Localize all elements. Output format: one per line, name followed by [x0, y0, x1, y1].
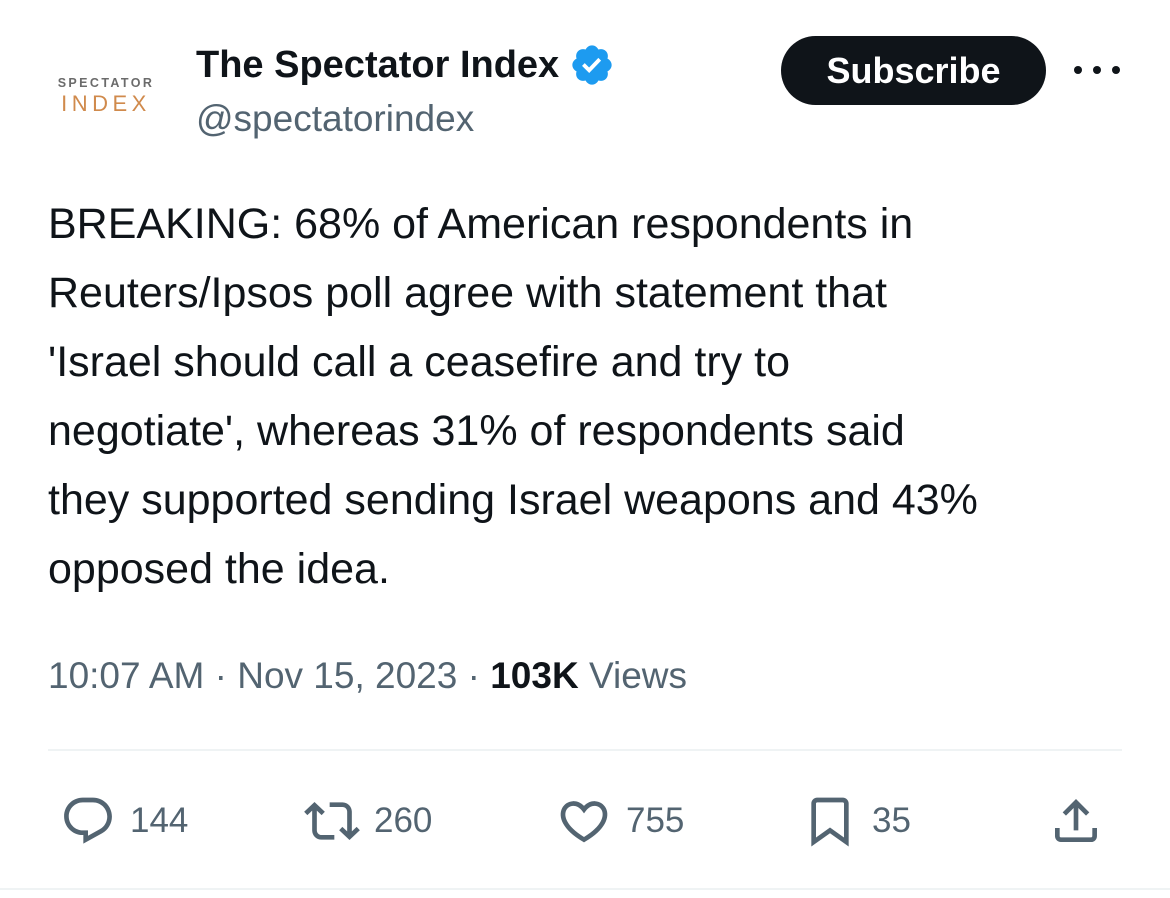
- tweet-date[interactable]: Nov 15, 2023: [237, 655, 457, 697]
- bookmark-button[interactable]: 35: [802, 790, 911, 852]
- tweet-meta: 10:07 AM · Nov 15, 2023 · 103K Views: [48, 650, 687, 702]
- retweet-icon: [304, 802, 360, 840]
- more-dot: [1074, 66, 1082, 74]
- views-count: 103K: [490, 655, 579, 696]
- bookmark-icon: [811, 797, 849, 847]
- subscribe-button[interactable]: Subscribe: [781, 36, 1046, 105]
- like-button[interactable]: 755: [556, 790, 684, 852]
- verified-badge-icon[interactable]: [569, 42, 615, 88]
- divider: [48, 749, 1122, 751]
- heart-icon: [560, 801, 608, 843]
- avatar-logo-top: SPECTATOR: [57, 76, 155, 90]
- more-dot: [1112, 66, 1120, 74]
- author-name-row[interactable]: The Spectator Index: [196, 42, 615, 88]
- share-icon: [1055, 799, 1097, 842]
- more-options-icon[interactable]: [1074, 60, 1120, 80]
- divider: [0, 888, 1170, 890]
- meta-separator: ·: [457, 655, 491, 696]
- meta-separator: ·: [204, 655, 238, 696]
- avatar-logo-bottom: INDEX: [61, 91, 151, 116]
- reply-button[interactable]: 144: [60, 790, 188, 852]
- author-handle[interactable]: @spectatorindex: [196, 98, 474, 140]
- more-dot: [1093, 66, 1101, 74]
- author-name[interactable]: The Spectator Index: [196, 44, 559, 87]
- retweet-button[interactable]: 260: [304, 790, 432, 852]
- share-button[interactable]: [1048, 790, 1104, 852]
- reply-icon: [64, 797, 112, 844]
- avatar[interactable]: SPECTATOR INDEX: [48, 44, 164, 148]
- like-count: 755: [626, 801, 685, 840]
- retweet-count: 260: [374, 801, 433, 840]
- views-label: Views: [578, 655, 687, 696]
- bookmark-count: 35: [872, 801, 911, 840]
- reply-count: 144: [130, 801, 189, 840]
- tweet-time[interactable]: 10:07 AM: [48, 655, 204, 697]
- tweet-text: BREAKING: 68% of American respondents in…: [48, 200, 978, 593]
